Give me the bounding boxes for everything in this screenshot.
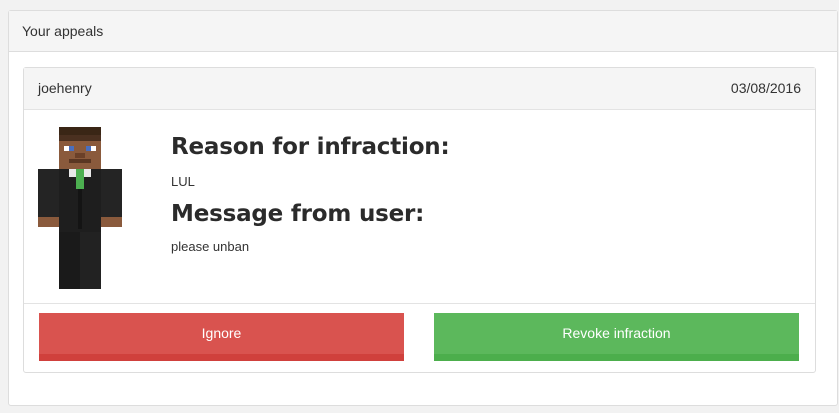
appeal-header: joehenry 03/08/2016 xyxy=(24,68,815,110)
reason-heading: Reason for infraction: xyxy=(171,134,450,160)
appeal-date: 03/08/2016 xyxy=(730,80,801,96)
appeals-panel: Your appeals joehenry 03/08/2016 Reason … xyxy=(8,10,838,406)
message-heading: Message from user: xyxy=(171,201,425,227)
appeal-card: joehenry 03/08/2016 Reason for infractio… xyxy=(23,67,816,373)
appeal-body: Reason for infraction: LUL Message from … xyxy=(24,110,815,304)
panel-title: Your appeals xyxy=(9,11,837,52)
ignore-button[interactable]: Ignore xyxy=(39,313,404,361)
appeal-username: joehenry xyxy=(38,80,92,96)
message-text: please unban xyxy=(171,239,250,254)
reason-text: LUL xyxy=(171,174,195,189)
revoke-infraction-button[interactable]: Revoke infraction xyxy=(434,313,799,361)
player-skin-avatar xyxy=(38,127,122,289)
